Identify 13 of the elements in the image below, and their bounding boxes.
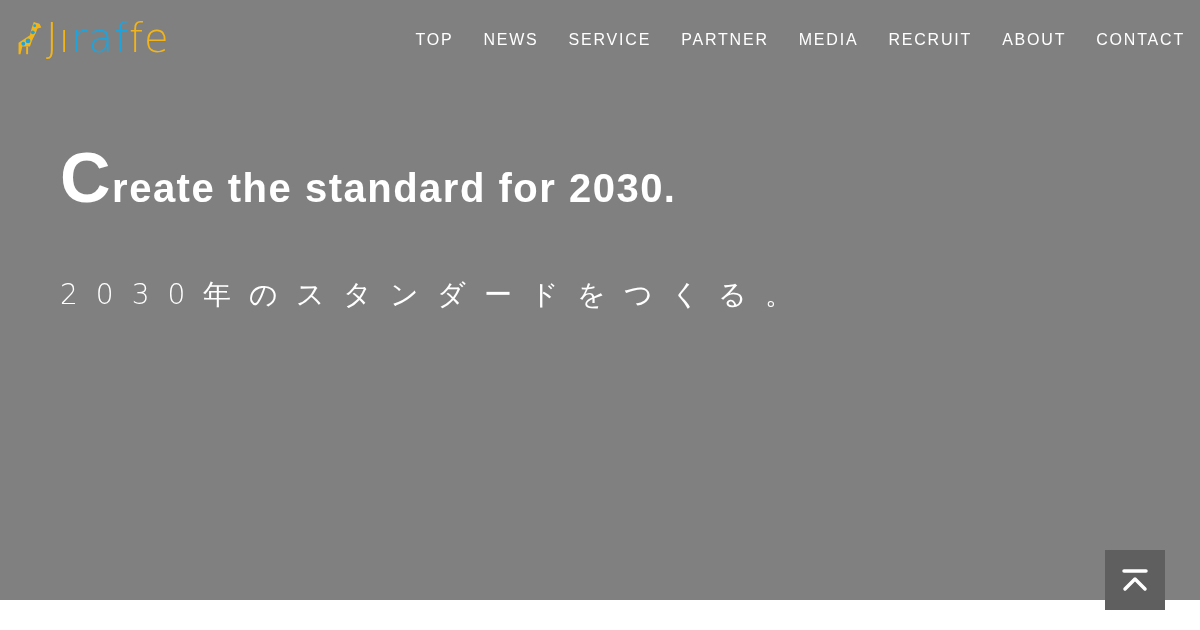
hero-headline: Create the standard for 2030. — [60, 150, 678, 216]
nav-link[interactable]: NEWS — [483, 31, 539, 49]
hero-subtitle: 2030年のスタンダードをつくる。 — [60, 277, 813, 313]
nav-link[interactable]: PARTNER — [681, 31, 769, 49]
nav-link[interactable]: ABOUT — [1002, 31, 1067, 49]
nav-link[interactable]: CONTACT — [1096, 31, 1185, 49]
nav-link[interactable]: MEDIA — [798, 31, 859, 49]
nav-link[interactable]: SERVICE — [568, 31, 652, 49]
nav-link[interactable]: TOP — [415, 31, 454, 49]
logo-text: J ı raffe — [46, 18, 170, 58]
nav-link[interactable]: RECRUIT — [888, 31, 973, 49]
back-to-top-button[interactable] — [1105, 550, 1165, 610]
logo[interactable]: J ı raffe — [14, 18, 170, 58]
